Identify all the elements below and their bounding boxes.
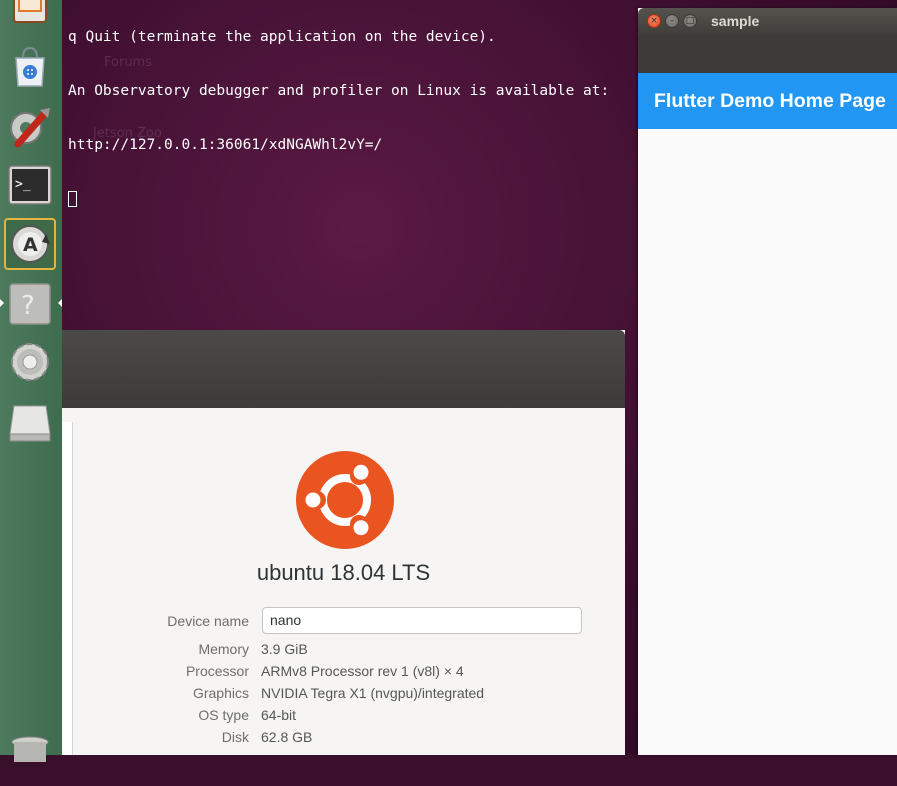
app-bar: Flutter Demo Home Page xyxy=(638,73,897,129)
window-titlebar[interactable]: × – □ sample xyxy=(638,8,897,36)
app-bar-title: Flutter Demo Home Page xyxy=(654,90,886,112)
os-type-value: 64-bit xyxy=(261,707,297,723)
close-icon: × xyxy=(650,16,658,26)
details-headerbar xyxy=(62,330,625,408)
os-type-label: OS type xyxy=(198,707,249,723)
terminal-icon[interactable]: >_ xyxy=(4,160,56,212)
software-center-icon[interactable] xyxy=(4,40,56,92)
graphics-label: Graphics xyxy=(192,685,249,701)
disk-label: Disk xyxy=(221,729,249,745)
device-name-label: Device name xyxy=(167,613,249,629)
svg-text:>_: >_ xyxy=(15,177,31,192)
svg-text:A: A xyxy=(23,234,38,256)
memory-label: Memory xyxy=(198,641,249,657)
system-tools-icon[interactable] xyxy=(4,100,56,152)
terminal-output[interactable]: q Quit (terminate the application on the… xyxy=(68,0,638,330)
app-body xyxy=(638,129,897,755)
processor-label: Processor xyxy=(185,663,249,679)
os-name-title: ubuntu 18.04 LTS xyxy=(256,560,431,585)
ubuntu-logo-icon xyxy=(296,451,394,549)
window-title: sample xyxy=(711,13,760,29)
launcher-sidebar: >_ A ? xyxy=(0,0,62,762)
disk-value: 62.8 GB xyxy=(261,729,313,745)
terminal-line: An Observatory debugger and profiler on … xyxy=(68,83,610,99)
system-settings-icon[interactable] xyxy=(4,336,56,388)
terminal-cursor xyxy=(68,191,77,207)
maximize-icon: □ xyxy=(685,16,695,26)
launcher-pip-icon xyxy=(58,299,62,307)
maximize-button[interactable]: □ xyxy=(683,14,697,28)
software-updater-icon[interactable]: A xyxy=(4,218,56,270)
minimize-icon: – xyxy=(669,16,675,26)
details-window: ubuntu 18.04 LTS Device name nano Memory… xyxy=(62,330,625,755)
help-icon[interactable]: ? xyxy=(4,278,56,330)
trash-icon[interactable] xyxy=(4,734,56,786)
flutter-window: × – □ sample Flutter Demo Home Page xyxy=(638,8,897,755)
processor-value: ARMv8 Processor rev 1 (v8l) × 4 xyxy=(261,663,464,679)
device-name-field[interactable]: nano xyxy=(262,607,582,634)
close-button[interactable]: × xyxy=(647,14,661,28)
presentation-app-icon[interactable] xyxy=(4,0,56,30)
terminal-line: q Quit (terminate the application on the… xyxy=(68,29,496,45)
drive-icon[interactable] xyxy=(4,396,56,448)
memory-value: 3.9 GiB xyxy=(261,641,308,657)
window-toolbar xyxy=(638,36,897,73)
terminal-line: http://127.0.0.1:36061/xdNGAWhl2vY=/ xyxy=(68,137,383,153)
graphics-value: NVIDIA Tegra X1 (nvgpu)/integrated xyxy=(261,685,485,701)
minimize-button[interactable]: – xyxy=(665,14,679,28)
svg-text:?: ? xyxy=(21,291,35,321)
launcher-pip-icon xyxy=(0,299,4,307)
details-sidebar xyxy=(62,422,73,755)
